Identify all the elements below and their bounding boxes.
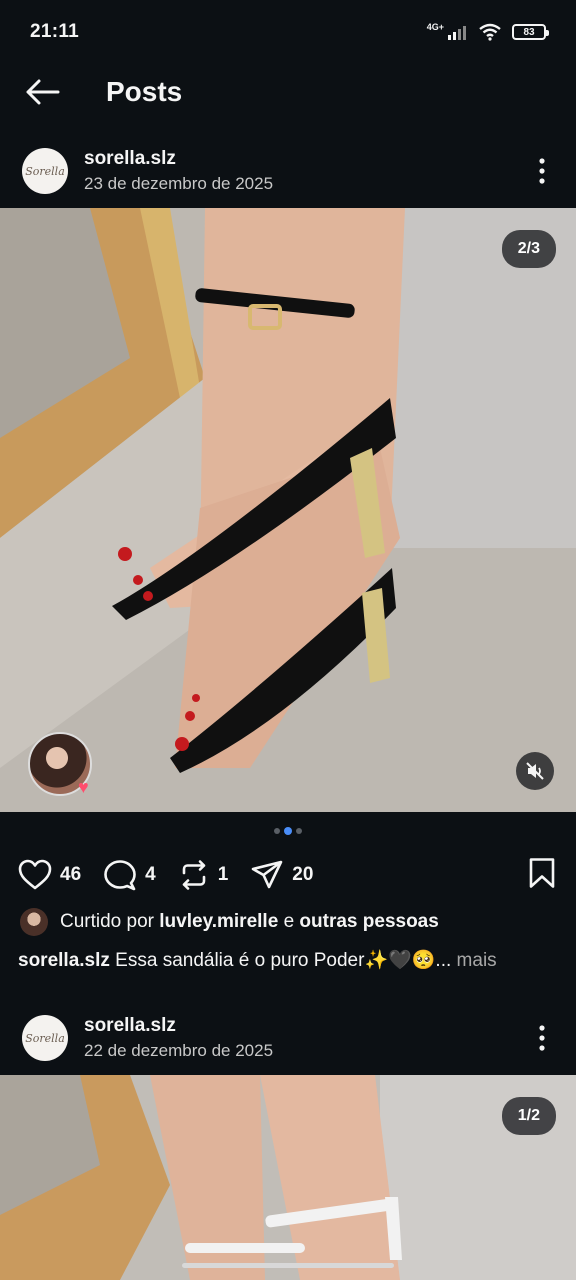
post-date: 22 de dezembro de 2025 [84,1041,274,1060]
post-date: 23 de dezembro de 2025 [84,174,274,193]
liked-by-others[interactable]: outras pessoas [299,911,438,932]
carousel-dot [296,828,302,834]
liked-by[interactable]: Curtido por luvley.mirelle e outras pess… [20,908,439,936]
more-vertical-icon [539,1025,545,1051]
back-button[interactable] [10,64,74,120]
heart-sticker-icon: ♥ [78,777,89,797]
more-vertical-icon [539,158,545,184]
post-meta: sorella.slz 22 de dezembro de 2025 [84,1015,273,1061]
caption-more-link[interactable]: mais [457,950,497,971]
liked-by-prefix: Curtido por [60,911,154,932]
caption-username[interactable]: sorella.slz [18,950,110,971]
bookmark-icon [529,857,555,888]
post-media-carousel[interactable]: 1/2 [0,1075,576,1280]
repost-button[interactable]: 1 [178,859,229,891]
top-bar: Posts [0,64,576,120]
mute-button[interactable] [516,752,554,790]
network-type: 4G+ [426,22,444,32]
post-photo [0,1075,576,1280]
arrow-left-icon [26,79,60,105]
post-header: Sorella sorella.slz 22 de dezembro de 20… [0,1005,576,1071]
status-icons: 4G+ 83 [426,22,549,41]
battery-indicator: 83 [512,24,549,40]
avatar[interactable]: Sorella [22,1015,68,1061]
share-button[interactable]: 20 [250,859,313,891]
carousel-dot-active [284,827,292,835]
liked-by-user[interactable]: luvley.mirelle [159,911,278,932]
carousel-dot [274,828,280,834]
status-time: 21:11 [30,21,80,42]
post-username[interactable]: sorella.slz [84,148,273,170]
post-caption: sorella.slz Essa sandália é o puro Poder… [18,948,497,972]
post-header: Sorella sorella.slz 23 de dezembro de 20… [0,138,576,204]
speaker-muted-icon [526,762,544,780]
signal-icon [448,26,466,40]
caption-text: Essa sandália é o puro Poder✨🖤🥺... [115,950,452,971]
comment-bubble-icon [104,860,136,891]
carousel-indicator [0,827,576,835]
wifi-icon [479,23,501,41]
more-options-button[interactable] [530,1018,554,1058]
heart-icon [18,859,52,890]
repost-count: 1 [217,864,229,885]
liked-by-joiner: e [283,911,295,932]
post-media-carousel[interactable]: 2/3 ♥ [0,208,576,812]
post-username[interactable]: sorella.slz [84,1015,273,1037]
more-options-button[interactable] [530,151,554,191]
save-button[interactable] [528,857,556,894]
comment-count: 4 [145,864,156,885]
media-counter: 2/3 [501,230,556,268]
liked-by-text: Curtido por luvley.mirelle e outras pess… [60,911,439,933]
media-counter: 1/2 [501,1097,556,1135]
like-button[interactable]: 46 [18,859,81,891]
send-icon [251,860,283,889]
status-bar: 21:11 4G+ 83 [0,0,576,64]
share-count: 20 [292,864,314,885]
like-count: 46 [60,864,82,885]
post-meta: sorella.slz 23 de dezembro de 2025 [84,148,273,194]
page-title: Posts [106,76,183,107]
liked-by-avatar [20,908,48,936]
comment-button[interactable]: 4 [103,859,156,891]
home-indicator[interactable] [182,1263,394,1268]
avatar[interactable]: Sorella [22,148,68,194]
repost-icon [182,860,206,890]
post-actions: 46 4 1 20 [0,852,576,898]
post-photo [0,208,576,812]
